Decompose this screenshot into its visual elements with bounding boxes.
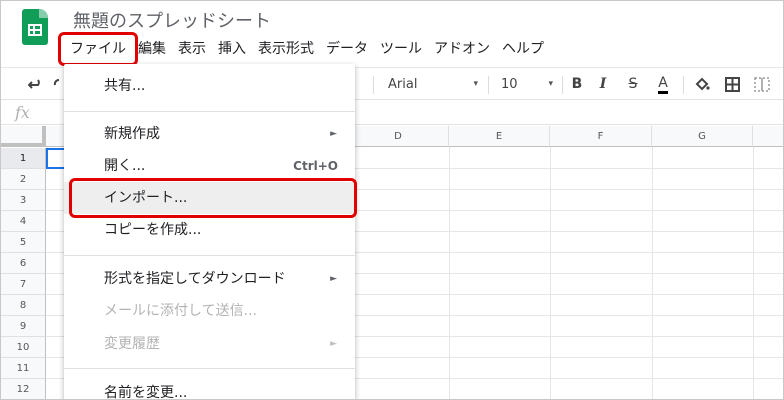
borders-icon <box>724 76 740 92</box>
text-color-icon: A <box>658 75 668 94</box>
row-header-11[interactable]: 11 <box>1 358 46 379</box>
row-header-2[interactable]: 2 <box>1 169 46 190</box>
merge-cells-button[interactable] <box>753 68 771 100</box>
toolbar-divider <box>488 76 489 94</box>
menu-item-label: 変更履歴 <box>104 336 160 352</box>
undo-icon <box>28 79 40 89</box>
column-header-g[interactable]: G <box>652 126 753 147</box>
row-header-12[interactable]: 12 <box>1 379 46 399</box>
row-header-1[interactable]: 1 <box>1 148 46 169</box>
submenu-arrow-icon: ► <box>330 339 337 349</box>
app-window: 無題のスプレッドシート ファイル 編集 表示 挿入 表示形式 データ ツール ア… <box>0 0 784 400</box>
menu-divider <box>64 368 355 369</box>
column-header-d[interactable]: D <box>348 126 449 147</box>
menu-item-label: 共有... <box>104 78 146 94</box>
menu-item-make-copy[interactable]: コピーを作成... <box>64 214 355 246</box>
row-header-8[interactable]: 8 <box>1 295 46 316</box>
menu-item-download[interactable]: 形式を指定してダウンロード ► <box>64 263 355 295</box>
menu-divider <box>64 255 355 256</box>
menu-format[interactable]: 表示形式 <box>252 38 320 60</box>
font-family-select[interactable]: Arial ▾ <box>388 68 478 100</box>
fx-icon: fx <box>15 103 30 122</box>
menu-data[interactable]: データ <box>320 38 374 60</box>
grid-col-line <box>753 147 754 399</box>
menu-item-label: 名前を変更... <box>104 385 188 400</box>
menu-item-rename[interactable]: 名前を変更... <box>64 377 355 400</box>
bold-button[interactable]: B <box>569 68 585 100</box>
merge-cells-icon <box>754 76 770 92</box>
logo-grid <box>28 24 42 36</box>
menu-item-label: 新規作成 <box>104 126 160 142</box>
column-header-h[interactable] <box>753 126 783 147</box>
chevron-down-icon: ▾ <box>548 79 553 89</box>
menu-item-email-attachment: メールに添付して送信... <box>64 295 355 327</box>
document-title[interactable]: 無題のスプレッドシート <box>73 7 271 33</box>
toolbar-divider <box>562 76 563 94</box>
menu-item-label: 開く... <box>104 158 146 174</box>
select-all-corner[interactable] <box>1 126 46 147</box>
row-header-4[interactable]: 4 <box>1 211 46 232</box>
row-header-9[interactable]: 9 <box>1 316 46 337</box>
font-family-value: Arial <box>388 76 418 92</box>
menu-item-label: 形式を指定してダウンロード <box>104 271 286 287</box>
toolbar-divider <box>683 76 684 94</box>
menu-divider <box>64 111 355 112</box>
row-header-6[interactable]: 6 <box>1 253 46 274</box>
row-header-3[interactable]: 3 <box>1 190 46 211</box>
paint-bucket-icon <box>695 77 710 91</box>
borders-button[interactable] <box>723 68 741 100</box>
menu-addons[interactable]: アドオン <box>428 38 496 60</box>
menu-insert[interactable]: 挿入 <box>212 38 252 60</box>
submenu-arrow-icon: ► <box>330 129 337 139</box>
fill-color-button[interactable] <box>693 68 711 100</box>
redo-icon <box>53 79 60 86</box>
row-header-10[interactable]: 10 <box>1 337 46 358</box>
submenu-arrow-icon: ► <box>330 274 337 284</box>
grid-col-line <box>652 147 653 399</box>
selected-cell-a1[interactable] <box>46 148 66 169</box>
chevron-down-icon: ▾ <box>473 79 478 89</box>
file-menu-highlight <box>58 32 138 66</box>
italic-icon: I <box>599 76 607 92</box>
menu-help[interactable]: ヘルプ <box>496 38 550 60</box>
menu-tools[interactable]: ツール <box>374 38 428 60</box>
column-header-e[interactable]: E <box>449 126 550 147</box>
row-header-7[interactable]: 7 <box>1 274 46 295</box>
logo-fold <box>39 9 48 18</box>
grid-col-line <box>449 147 450 399</box>
undo-button[interactable] <box>25 68 47 100</box>
menu-item-new[interactable]: 新規作成 ► <box>64 118 355 150</box>
menu-view[interactable]: 表示 <box>172 38 212 60</box>
strikethrough-button[interactable]: S <box>626 68 640 100</box>
menu-item-version-history: 変更履歴 ► <box>64 328 355 360</box>
import-highlight <box>69 178 357 218</box>
grid-col-line <box>550 147 551 399</box>
text-color-button[interactable]: A <box>653 68 673 100</box>
column-header-f[interactable]: F <box>550 126 652 147</box>
sheets-logo-icon[interactable] <box>22 9 48 45</box>
menu-item-label: メールに添付して送信... <box>104 303 257 319</box>
menu-edit[interactable]: 編集 <box>133 38 172 60</box>
row-header-5[interactable]: 5 <box>1 232 46 253</box>
italic-button[interactable]: I <box>596 68 610 100</box>
font-size-select[interactable]: 10 ▾ <box>501 68 553 100</box>
redo-button[interactable] <box>53 68 63 100</box>
menu-item-share[interactable]: 共有... <box>64 70 355 102</box>
font-size-value: 10 <box>501 76 518 92</box>
toolbar-divider <box>373 76 374 94</box>
file-menu-dropdown: 共有... 新規作成 ► 開く... Ctrl+O インポート... コピーを作… <box>64 64 355 400</box>
menu-item-label: コピーを作成... <box>104 222 202 238</box>
